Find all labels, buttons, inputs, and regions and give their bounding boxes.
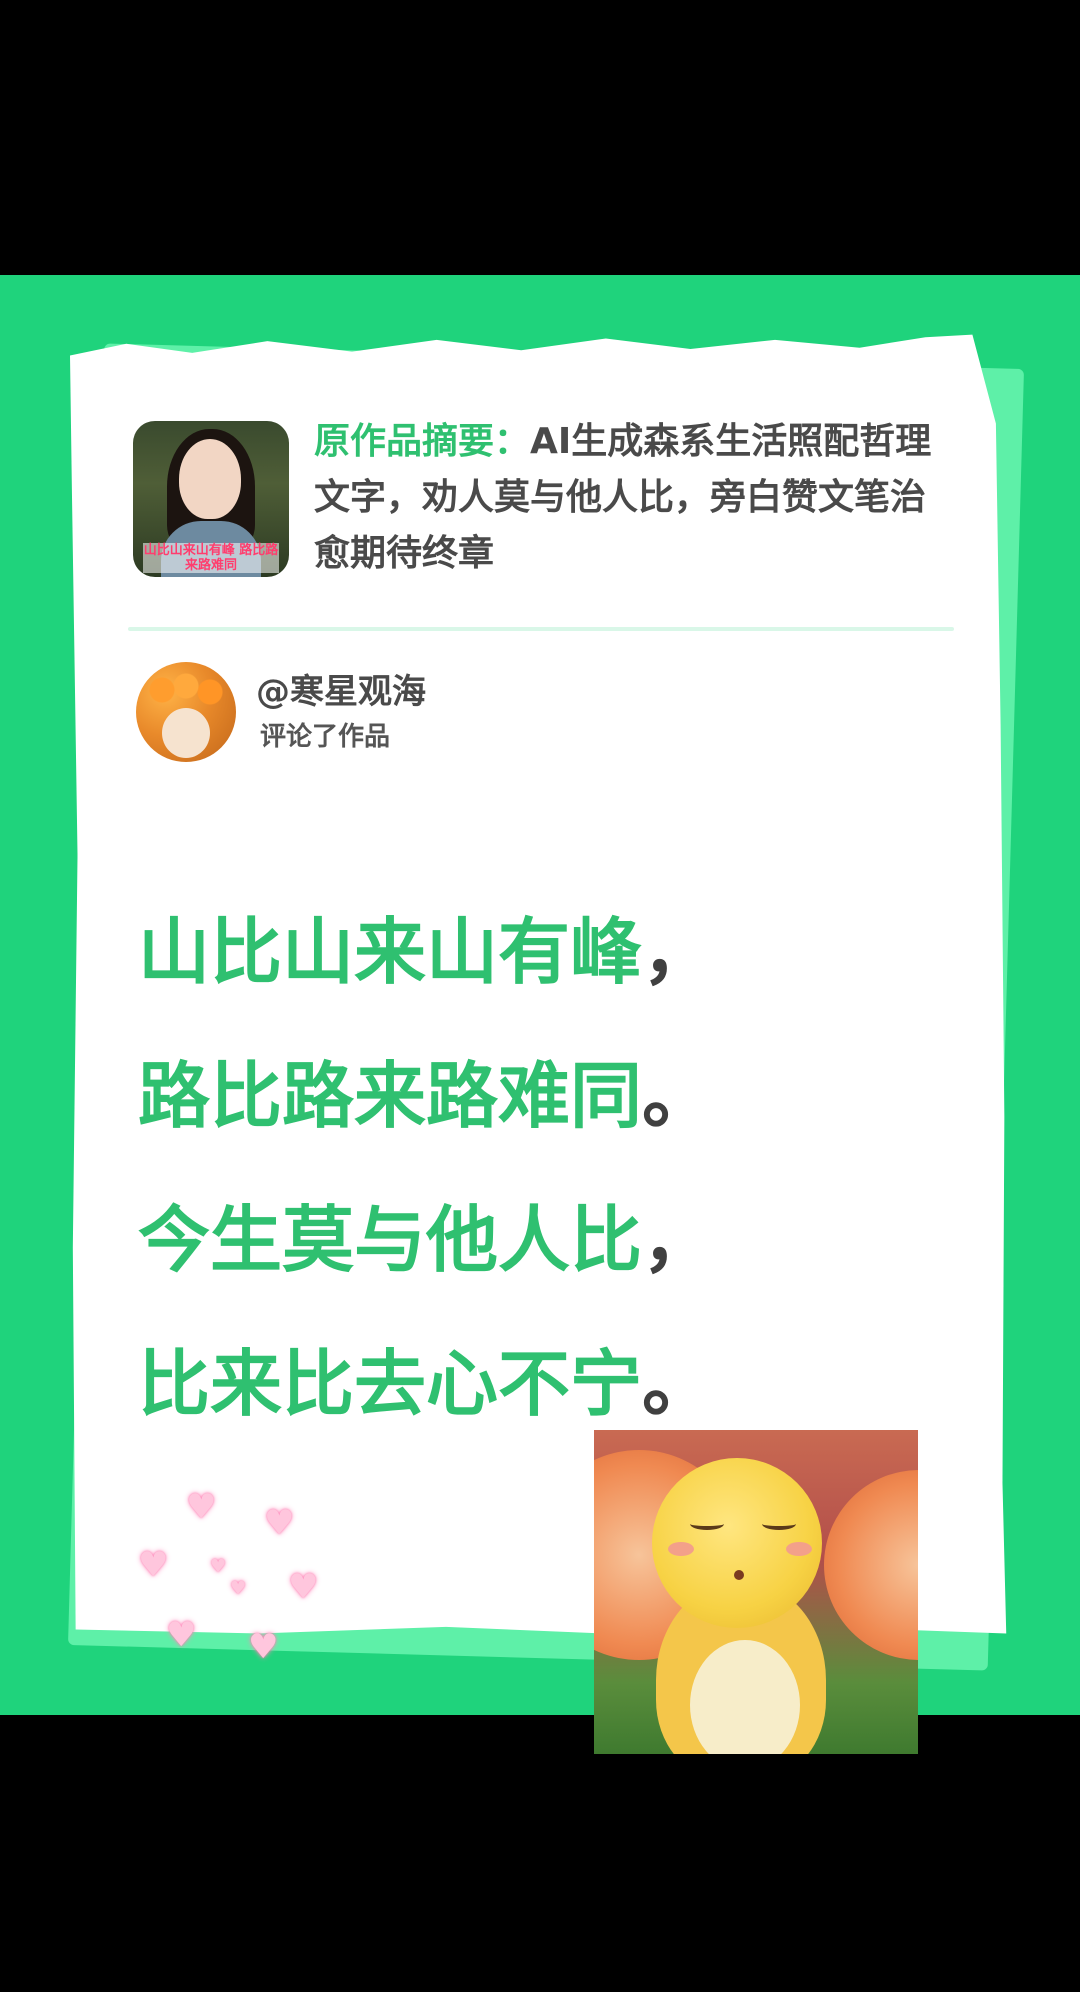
poem-line-punct: ， — [642, 1198, 715, 1282]
divider — [128, 627, 954, 631]
poem-line-text: 路比路来路难同 — [138, 1054, 643, 1138]
cartoon-blush — [668, 1542, 694, 1556]
heart-icon: ♥ — [138, 1545, 169, 1585]
poem-line-text: 比来比去心不宁 — [138, 1342, 643, 1426]
poem: 山比山来山有峰， 路比路来路难同。 今生莫与他人比， 比来比去心不宁。 — [138, 880, 938, 1456]
poem-line-punct: 。 — [642, 1342, 715, 1426]
heart-icon: ♥ — [264, 1503, 295, 1543]
summary-text: 原作品摘要：AI生成森系生活照配哲理文字，劝人莫与他人比，旁白赞文笔治愈期待终章 — [314, 414, 954, 582]
poem-line-text: 今生莫与他人比 — [138, 1198, 643, 1282]
heart-icon: ♥ — [288, 1567, 319, 1607]
cartoon-sticker — [594, 1430, 918, 1754]
thumbnail-caption: 山比山来山有峰 路比路来路难同 — [143, 543, 279, 573]
poem-line-punct: ， — [642, 910, 715, 994]
cartoon-blush — [786, 1542, 812, 1556]
hearts-decoration: ♥ ♥ ♥ ♥ ♥ ♥ ♥ ♥ — [130, 1490, 340, 1670]
cartoon-mouth — [734, 1570, 744, 1580]
summary-label: 原作品摘要： — [314, 421, 531, 462]
cartoon-eye — [762, 1518, 796, 1530]
heart-icon: ♥ — [248, 1627, 279, 1667]
poem-line: 路比路来路难同。 — [138, 1024, 938, 1168]
heart-icon: ♥ — [230, 1578, 247, 1599]
cartoon-eye — [690, 1518, 724, 1530]
comment-action-text: 评论了作品 — [260, 722, 391, 752]
orange-slice-icon — [824, 1470, 918, 1660]
heart-icon: ♥ — [186, 1487, 217, 1527]
poem-line: 山比山来山有峰， — [138, 880, 938, 1024]
commenter-avatar[interactable] — [136, 662, 236, 762]
poem-line-text: 山比山来山有峰 — [138, 910, 643, 994]
commenter-username[interactable]: @寒星观海 — [256, 670, 426, 714]
original-work-thumbnail[interactable]: 山比山来山有峰 路比路来路难同 — [133, 421, 289, 577]
poem-line: 今生莫与他人比， — [138, 1168, 938, 1312]
avatar-face — [162, 708, 210, 758]
heart-icon: ♥ — [166, 1615, 197, 1655]
poem-line-punct: 。 — [642, 1054, 715, 1138]
thumbnail-face — [179, 439, 241, 519]
heart-icon: ♥ — [210, 1556, 227, 1577]
avatar-oranges — [146, 670, 226, 710]
